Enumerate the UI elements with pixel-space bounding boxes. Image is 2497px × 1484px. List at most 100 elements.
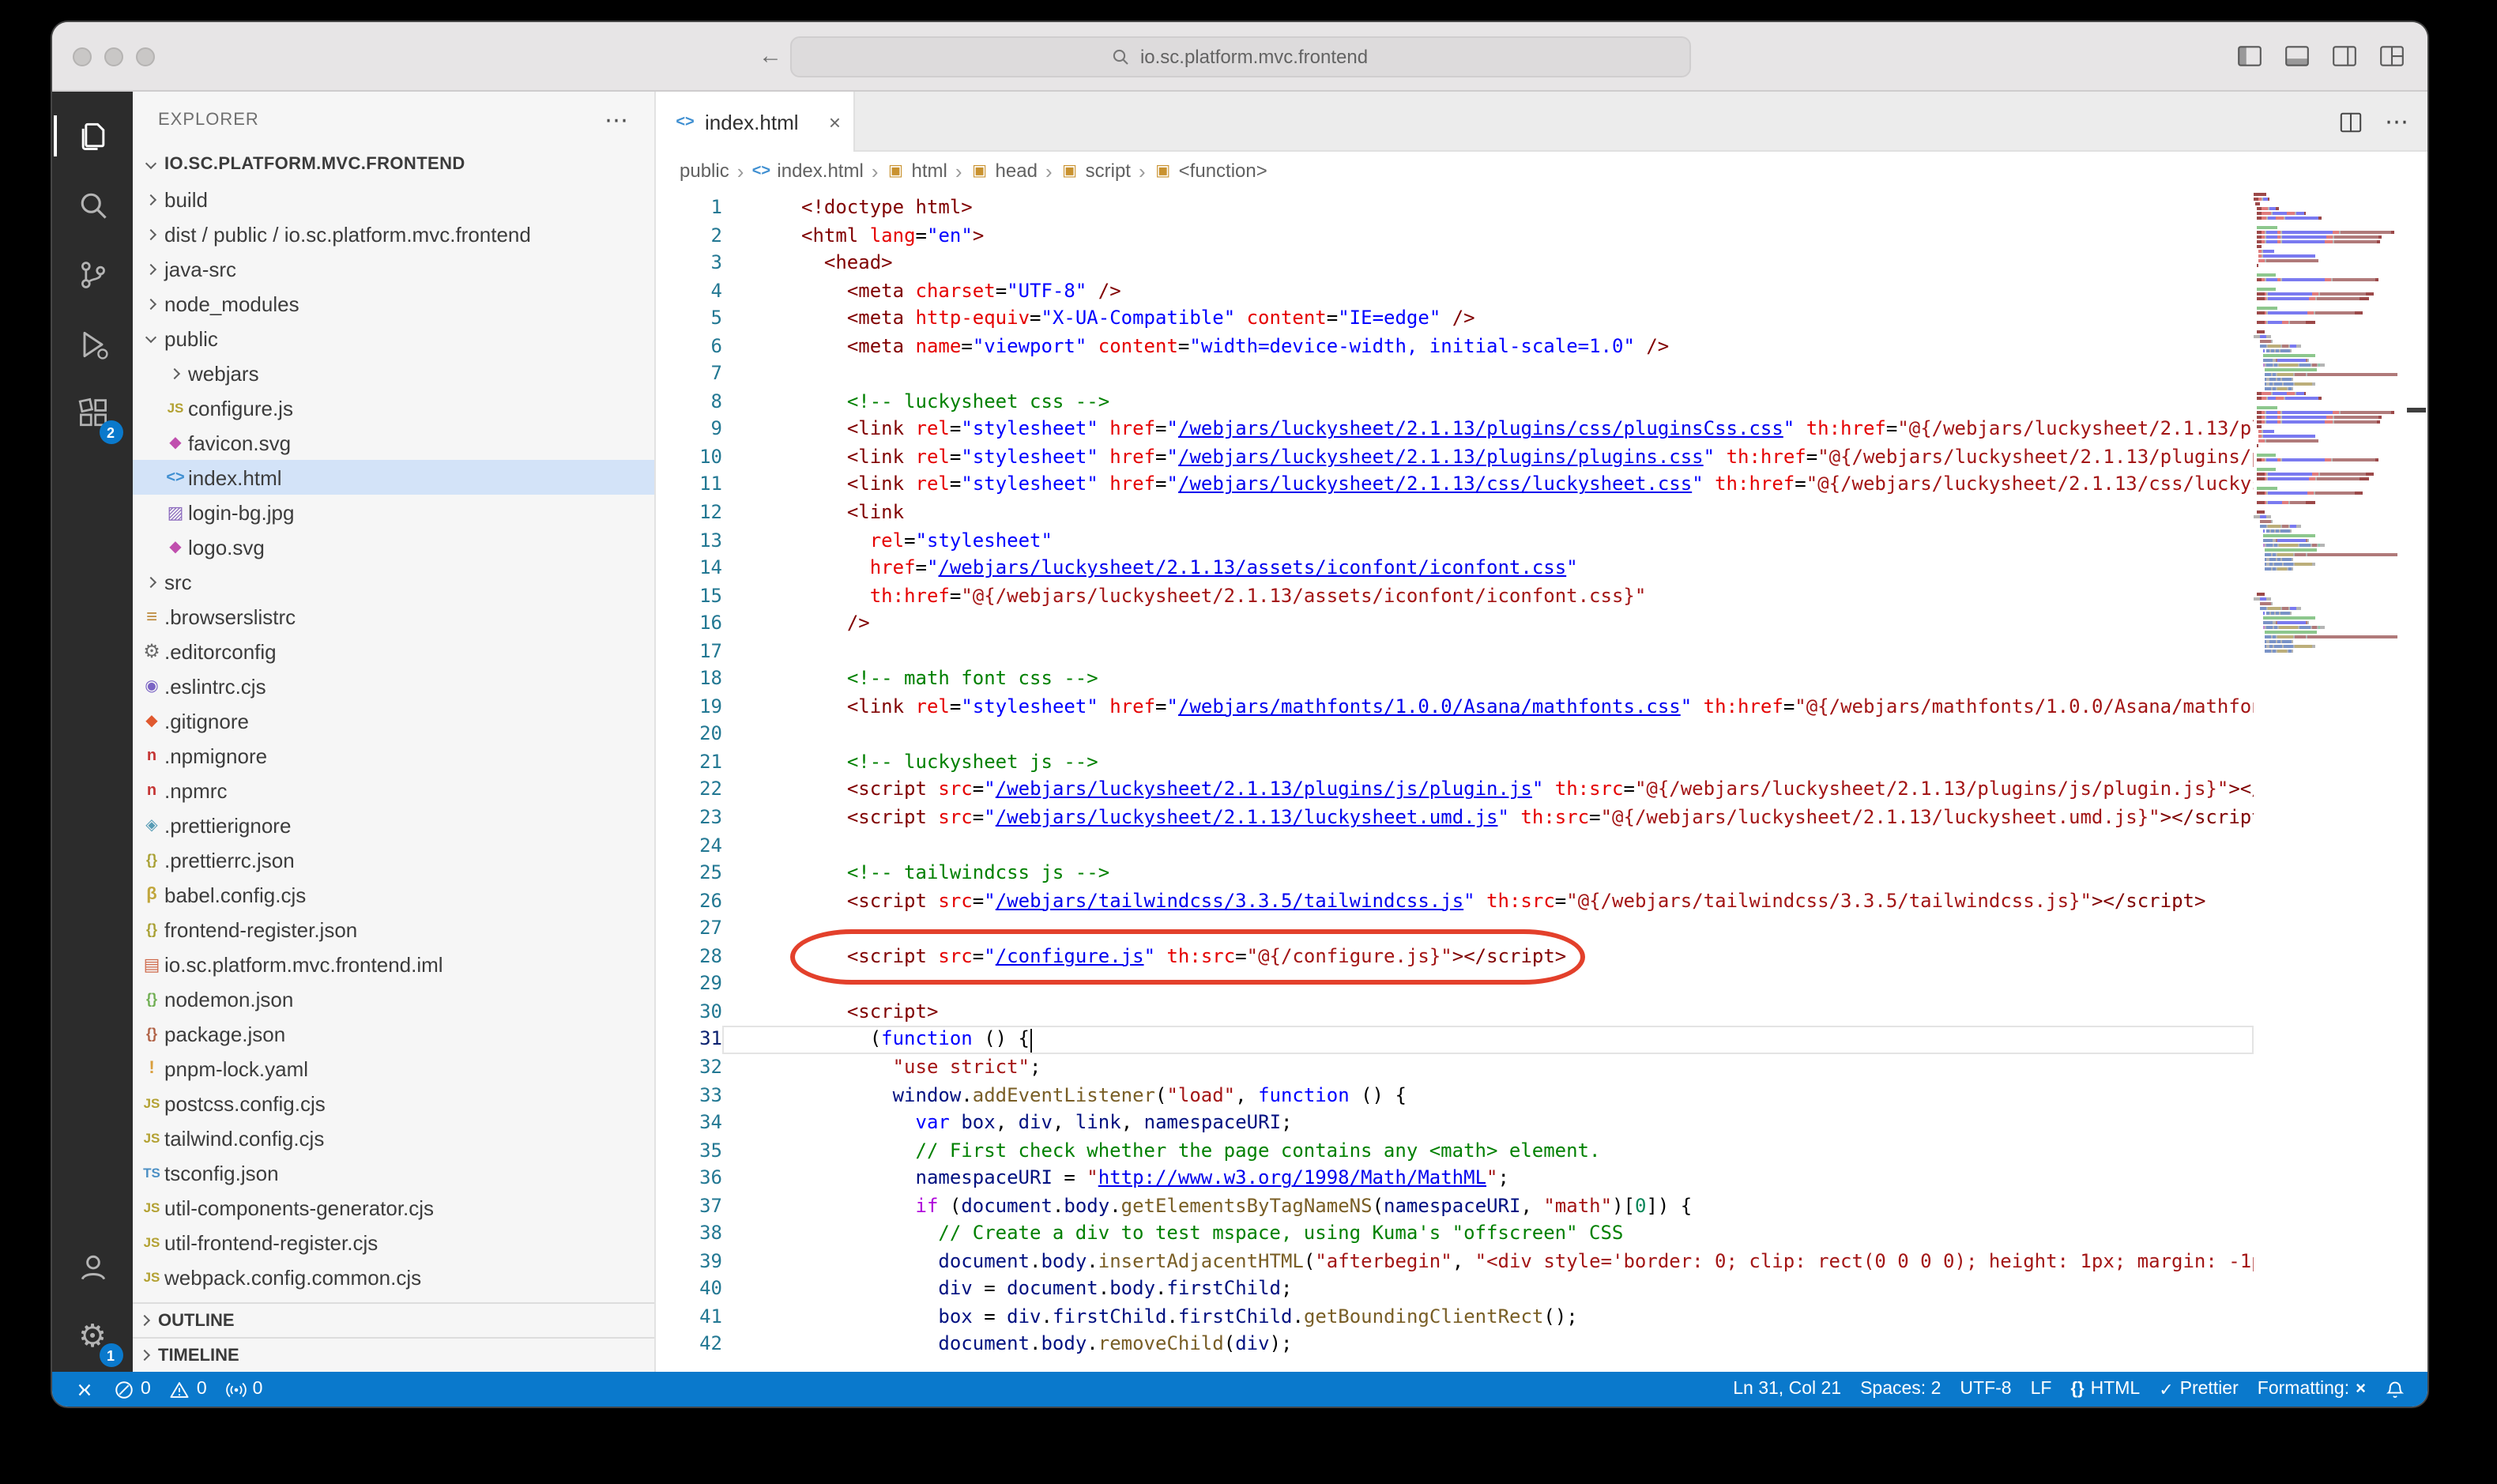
split-editor-icon[interactable] — [2339, 110, 2363, 134]
tree-item[interactable]: JSutil-components-generator.cjs — [133, 1190, 654, 1225]
tree-item[interactable]: ◆.gitignore — [133, 703, 654, 738]
code-line[interactable]: 1<!doctype html> — [656, 194, 2254, 222]
tree-item[interactable]: JSwebpack.config.common.cjs — [133, 1260, 654, 1294]
close-tab-icon[interactable]: × — [829, 110, 841, 134]
tree-item[interactable]: dist / public / io.sc.platform.mvc.front… — [133, 217, 654, 251]
toggle-secondary-sidebar-button[interactable] — [2331, 43, 2358, 70]
tree-item[interactable]: <>index.html — [133, 460, 654, 495]
back-button[interactable]: ← — [759, 43, 782, 70]
breadcrumb-item[interactable]: ▣<function> — [1154, 160, 1267, 182]
code-line[interactable]: 19 <link rel="stylesheet" href="/webjars… — [656, 694, 2254, 721]
code-line[interactable]: 24 — [656, 832, 2254, 860]
code-line[interactable]: 21 <!-- luckysheet js --> — [656, 749, 2254, 777]
code-line[interactable]: 39 document.body.insertAdjacentHTML("aft… — [656, 1249, 2254, 1276]
formatter-prettier[interactable]: ✓Prettier — [2149, 1372, 2248, 1407]
indentation[interactable]: Spaces: 2 — [1851, 1372, 1950, 1407]
toggle-panel-button[interactable] — [2284, 43, 2311, 70]
code-line[interactable]: 17 — [656, 638, 2254, 666]
tree-item[interactable]: ⚙.editorconfig — [133, 634, 654, 669]
code-line[interactable]: 32 "use strict"; — [656, 1054, 2254, 1082]
tree-item[interactable]: ◉.eslintrc.cjs — [133, 669, 654, 703]
errors[interactable]: 0 — [104, 1372, 160, 1407]
tree-item[interactable]: {}package.json — [133, 1016, 654, 1051]
code-line[interactable]: 30 <script> — [656, 999, 2254, 1026]
code-line[interactable]: 25 <!-- tailwindcss js --> — [656, 860, 2254, 887]
code-line[interactable]: 28 <script src="/configure.js" th:src="@… — [656, 944, 2254, 971]
code-line[interactable]: 16 /> — [656, 610, 2254, 638]
tree-item[interactable]: TStsconfig.json — [133, 1155, 654, 1190]
toggle-primary-sidebar-button[interactable] — [2236, 43, 2263, 70]
activity-source-control[interactable] — [58, 240, 127, 310]
cursor-position[interactable]: Ln 31, Col 21 — [1723, 1372, 1851, 1407]
code-line[interactable]: 42 document.body.removeChild(div); — [656, 1331, 2254, 1359]
activity-manage[interactable]: ⚙1 — [58, 1302, 127, 1372]
minimize-window-button[interactable] — [104, 47, 123, 66]
tree-item[interactable]: ▤io.sc.platform.mvc.frontend.iml — [133, 947, 654, 981]
encoding[interactable]: UTF-8 — [1950, 1372, 2021, 1407]
formatting-status[interactable]: Formatting:× — [2248, 1372, 2375, 1407]
tree-item[interactable]: JSpostcss.config.cjs — [133, 1086, 654, 1121]
remote-indicator[interactable] — [65, 1372, 104, 1407]
code-line[interactable]: 12 <link — [656, 499, 2254, 527]
code-line[interactable]: 2<html lang="en"> — [656, 222, 2254, 250]
tree-item[interactable]: public — [133, 321, 654, 356]
overview-ruler[interactable] — [2405, 190, 2427, 1372]
code-line[interactable]: 9 <link rel="stylesheet" href="/webjars/… — [656, 416, 2254, 444]
ports[interactable]: 0 — [217, 1372, 273, 1407]
tree-item[interactable]: {}.prettierrc.json — [133, 842, 654, 877]
breadcrumb-item[interactable]: ▣head — [970, 160, 1038, 182]
panel-timeline[interactable]: TIMELINE — [133, 1337, 654, 1372]
breadcrumb-item[interactable]: ▣html — [887, 160, 947, 182]
tree-item[interactable]: src — [133, 564, 654, 599]
tree-item[interactable]: webjars — [133, 356, 654, 390]
code-line[interactable]: 13 rel="stylesheet" — [656, 527, 2254, 555]
tree-item[interactable]: JSconfigure.js — [133, 390, 654, 425]
editor-more-actions-icon[interactable]: ⋯ — [2385, 107, 2408, 136]
activity-run-and-debug[interactable] — [58, 310, 127, 379]
code-line[interactable]: 26 <script src="/webjars/tailwindcss/3.3… — [656, 887, 2254, 915]
code-line[interactable]: 3 <head> — [656, 250, 2254, 277]
tree-item[interactable]: ≡.browserslistrc — [133, 599, 654, 634]
code-line[interactable]: 6 <meta name="viewport" content="width=d… — [656, 333, 2254, 360]
tree-item[interactable]: {}frontend-register.json — [133, 912, 654, 947]
tree-item[interactable]: ◆favicon.svg — [133, 425, 654, 460]
command-center-search[interactable]: io.sc.platform.mvc.frontend — [789, 36, 1690, 77]
tab-index-html[interactable]: <> index.html × — [656, 92, 855, 152]
zoom-window-button[interactable] — [136, 47, 155, 66]
panel-outline[interactable]: OUTLINE — [133, 1302, 654, 1337]
tree-item[interactable]: !pnpm-lock.yaml — [133, 1051, 654, 1086]
breadcrumb-item[interactable]: ▣script — [1060, 160, 1131, 182]
code-line[interactable]: 35 // First check whether the page conta… — [656, 1137, 2254, 1165]
code-line[interactable]: 36 namespaceURI = "http://www.w3.org/199… — [656, 1165, 2254, 1192]
code-line[interactable]: 29 — [656, 971, 2254, 999]
tree-item[interactable]: JStailwind.config.cjs — [133, 1121, 654, 1155]
code-line[interactable]: 33 window.addEventListener("load", funct… — [656, 1082, 2254, 1109]
root-folder[interactable]: IO.SC.PLATFORM.MVC.FRONTEND — [133, 147, 654, 182]
code-line[interactable]: 18 <!-- math font css --> — [656, 666, 2254, 694]
code-line[interactable]: 14 href="/webjars/luckysheet/2.1.13/asse… — [656, 555, 2254, 582]
tree-item[interactable]: n.npmignore — [133, 738, 654, 773]
notifications[interactable] — [2375, 1372, 2415, 1407]
tree-item[interactable]: ◆logo.svg — [133, 529, 654, 564]
more-actions-icon[interactable]: ⋯ — [604, 105, 629, 134]
language-mode[interactable]: {}HTML — [2061, 1372, 2149, 1407]
code-line[interactable]: 27 — [656, 915, 2254, 943]
code-line[interactable]: 31 (function () { — [656, 1026, 2254, 1054]
code-line[interactable]: 4 <meta charset="UTF-8" /> — [656, 277, 2254, 305]
code-line[interactable]: 41 box = div.firstChild.firstChild.getBo… — [656, 1304, 2254, 1331]
code-line[interactable]: 34 var box, div, link, namespaceURI; — [656, 1109, 2254, 1137]
eol[interactable]: LF — [2021, 1372, 2062, 1407]
tree-item[interactable]: ▨login-bg.jpg — [133, 495, 654, 529]
code-line[interactable]: 23 <script src="/webjars/luckysheet/2.1.… — [656, 804, 2254, 832]
breadcrumb-item[interactable]: <>index.html — [751, 160, 863, 182]
code-line[interactable]: 7 — [656, 361, 2254, 389]
activity-accounts[interactable] — [58, 1233, 127, 1302]
warnings[interactable]: 0 — [160, 1372, 217, 1407]
activity-extensions[interactable]: 2 — [58, 379, 127, 449]
code-line[interactable]: 40 div = document.body.firstChild; — [656, 1276, 2254, 1304]
tree-item[interactable]: node_modules — [133, 286, 654, 321]
breadcrumb-item[interactable]: public — [680, 160, 729, 182]
code-line[interactable]: 22 <script src="/webjars/luckysheet/2.1.… — [656, 777, 2254, 804]
tree-item[interactable]: {}nodemon.json — [133, 981, 654, 1016]
tree-item[interactable]: java-src — [133, 251, 654, 286]
